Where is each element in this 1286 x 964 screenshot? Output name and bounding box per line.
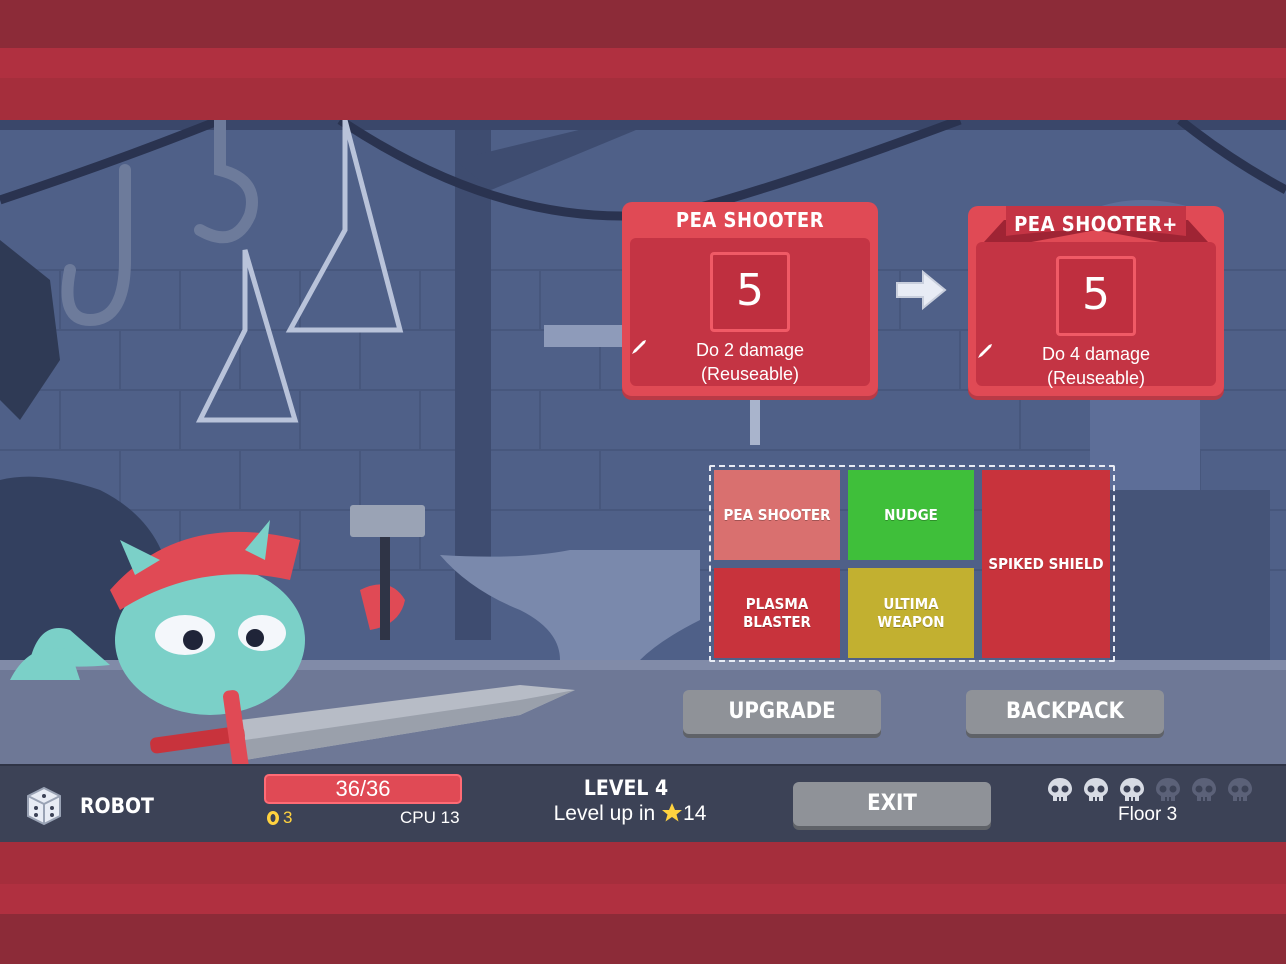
item-card-body: 5 Do 4 damage (Reuseable) [976, 242, 1216, 388]
health-bar: 36/36 [264, 774, 462, 804]
equipment-slot-ultima-weapon[interactable]: ULTIMA WEAPON [848, 568, 974, 658]
skull-icon [1156, 778, 1180, 801]
skull-icon [1048, 778, 1072, 801]
desc-amount: 4 damage [1069, 344, 1151, 364]
level-up-amount: 14 [683, 802, 707, 825]
star-icon [662, 803, 683, 822]
equipment-slot-pea-shooter[interactable]: PEA SHOOTER [714, 470, 840, 560]
bottom-border-band [0, 842, 1286, 884]
cpu-stat: CPU 13 [400, 808, 460, 827]
bottom-border-band [0, 884, 1286, 914]
status-bar: ROBOT 36/36 3 CPU 13 LEVEL 4 Level up in… [0, 764, 1286, 842]
skull-icon [1120, 778, 1144, 801]
desc-note: (Reuseable) [700, 364, 800, 384]
gold-coin-icon [267, 811, 279, 825]
sword-icon [978, 344, 992, 358]
floor-label: Floor 3 [1118, 804, 1178, 825]
top-border-band [0, 48, 1286, 78]
blacksmith-scene: PEA SHOOTER 5 Do 2 damage (Reuseable) PE… [0, 120, 1286, 764]
top-border-band [0, 78, 1286, 120]
equipment-slot-nudge[interactable]: NUDGE [848, 470, 974, 560]
sword-icon [632, 340, 646, 354]
desc-prefix: Do [1041, 344, 1065, 364]
item-description: Do 2 damage (Reuseable) [630, 338, 870, 386]
slot-label: PEA SHOOTER [723, 506, 831, 524]
item-description: Do 4 damage (Reuseable) [976, 342, 1216, 390]
slot-label: NUDGE [884, 506, 938, 524]
slot-label: PLASMA BLASTER [743, 595, 811, 631]
slot-label: ULTIMA WEAPON [877, 595, 945, 631]
desc-note: (Reuseable) [1046, 368, 1146, 388]
equipment-slot-plasma-blaster[interactable]: PLASMA BLASTER [714, 568, 840, 658]
item-card-body: 5 Do 2 damage (Reuseable) [630, 238, 870, 386]
current-item-card: PEA SHOOTER 5 Do 2 damage (Reuseable) [622, 202, 878, 396]
dice-character-icon [27, 786, 61, 826]
level-up-text: Level up in [553, 802, 656, 825]
equipment-slot-spiked-shield[interactable]: SPIKED SHIELD [982, 470, 1110, 658]
character-name: ROBOT [80, 794, 154, 818]
level-label: LEVEL 4 [583, 776, 669, 800]
desc-amount: 2 damage [723, 340, 805, 360]
item-title: PEA SHOOTER [675, 208, 825, 232]
arrow-right-icon [896, 269, 947, 311]
skull-icon [1192, 778, 1216, 801]
dice-slot: 5 [710, 252, 790, 332]
upgrade-button[interactable]: UPGRADE [683, 690, 881, 734]
slot-label: SPIKED SHIELD [988, 555, 1104, 573]
backpack-button[interactable]: BACKPACK [966, 690, 1164, 734]
skull-icon [1084, 778, 1108, 801]
skull-icon [1228, 778, 1252, 801]
dice-slot: 5 [1056, 256, 1136, 336]
bottom-border-band [0, 914, 1286, 964]
gold-count: 3 [283, 808, 293, 827]
desc-prefix: Do [695, 340, 719, 360]
upgraded-item-card: PEA SHOOTER+ 5 Do 4 damage (Reuseable) [968, 206, 1224, 396]
top-border-band [0, 0, 1286, 48]
exit-button[interactable]: EXIT [793, 782, 991, 826]
item-title: PEA SHOOTER+ [1014, 212, 1178, 236]
level-up-progress: Level up in 14 [540, 802, 720, 826]
